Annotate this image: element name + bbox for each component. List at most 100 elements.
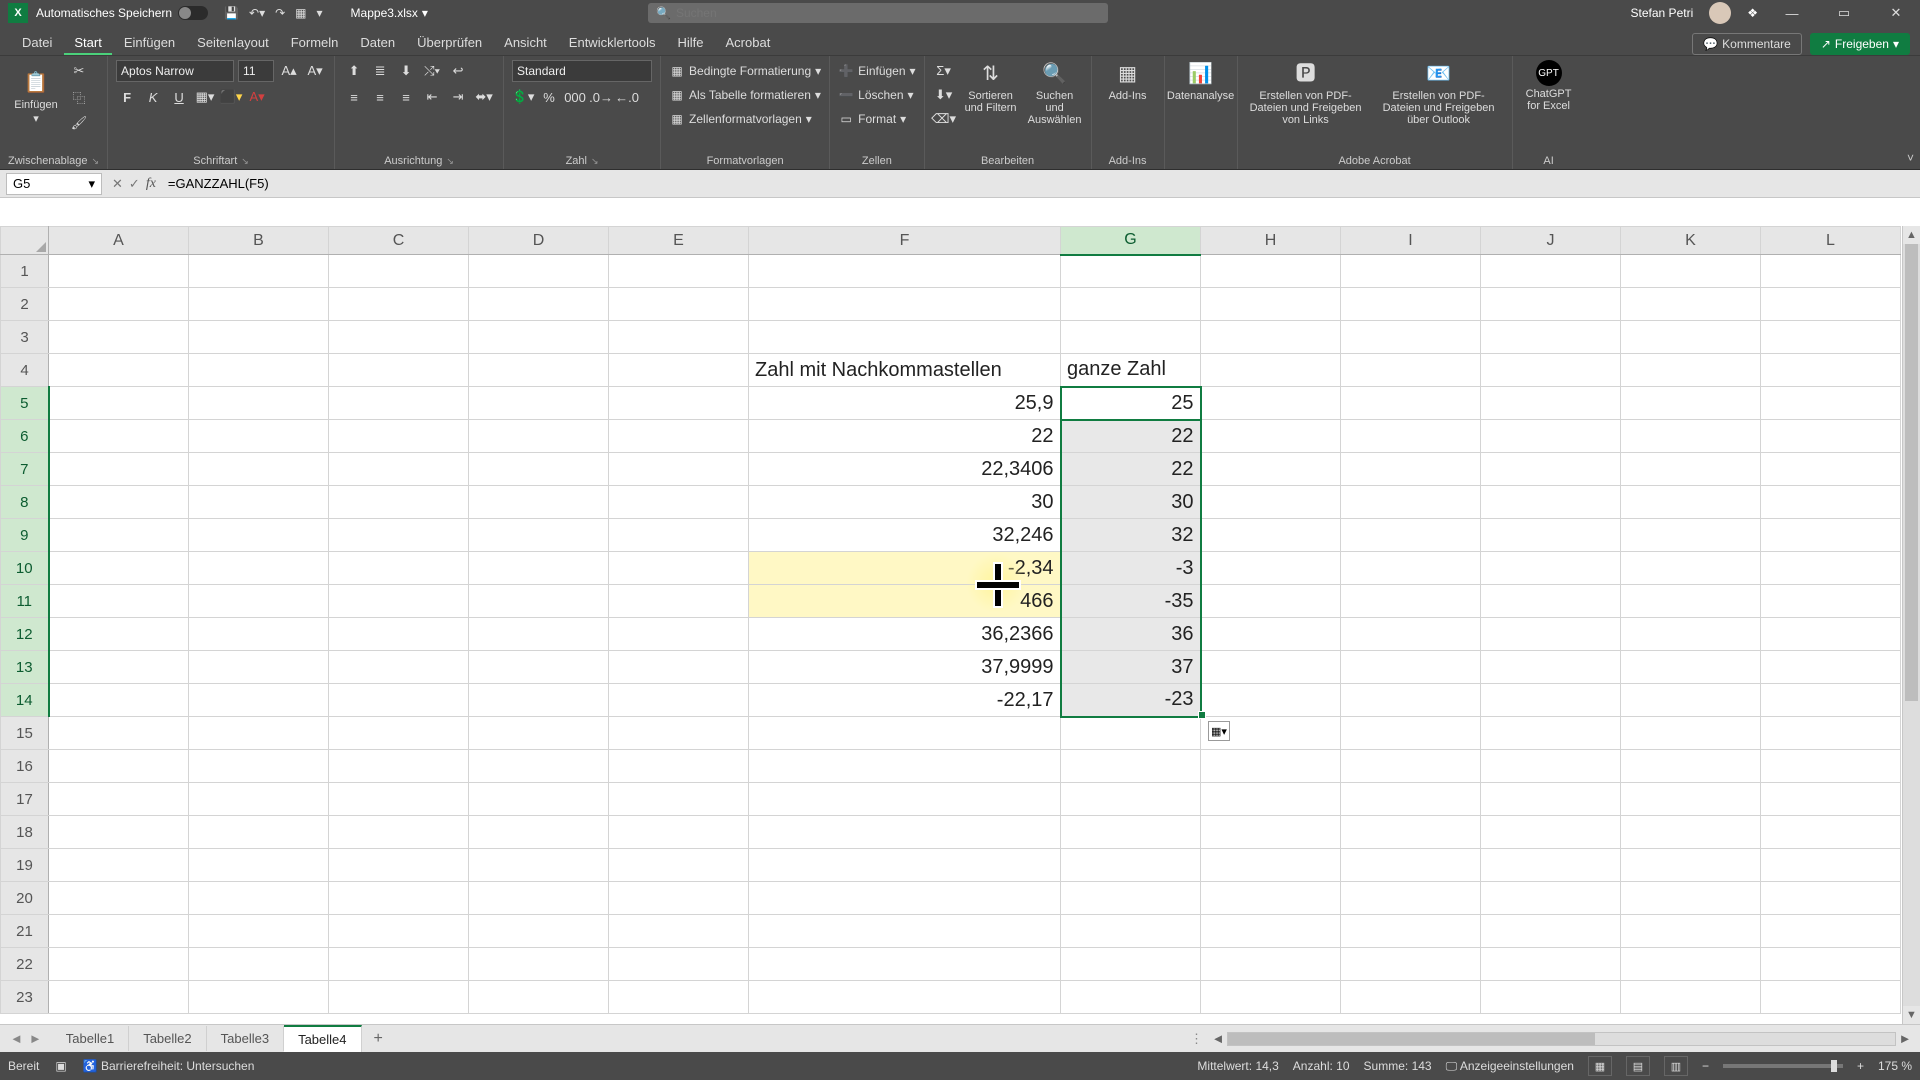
row-header-13[interactable]: 13 xyxy=(1,651,49,684)
diamond-icon[interactable]: ❖ xyxy=(1747,6,1758,20)
cell-B15[interactable] xyxy=(189,717,329,750)
scrollbar-thumb[interactable] xyxy=(1228,1033,1595,1045)
cell-E16[interactable] xyxy=(609,750,749,783)
cell-B9[interactable] xyxy=(189,519,329,552)
dialog-launcher-icon[interactable]: ↘ xyxy=(241,156,249,167)
cell-J1[interactable] xyxy=(1481,255,1621,288)
acrobat-share-link-button[interactable]: 🅿 Erstellen von PDF-Dateien und Freigebe… xyxy=(1246,60,1366,126)
row-header-23[interactable]: 23 xyxy=(1,981,49,1014)
workbook-name[interactable]: Mappe3.xlsx ▾ xyxy=(351,6,428,20)
share-button[interactable]: ↗ Freigeben ▾ xyxy=(1810,33,1910,55)
cell-L9[interactable] xyxy=(1761,519,1901,552)
cell-H9[interactable] xyxy=(1201,519,1341,552)
increase-font-icon[interactable]: A▴ xyxy=(278,60,300,82)
cell-H22[interactable] xyxy=(1201,948,1341,981)
zoom-out-icon[interactable]: − xyxy=(1702,1059,1709,1073)
cell-C1[interactable] xyxy=(329,255,469,288)
col-header-F[interactable]: F xyxy=(749,227,1061,255)
cell-C17[interactable] xyxy=(329,783,469,816)
row-header-18[interactable]: 18 xyxy=(1,816,49,849)
cell-F21[interactable] xyxy=(749,915,1061,948)
format-painter-icon[interactable]: 🖌 xyxy=(68,112,90,134)
cell-C18[interactable] xyxy=(329,816,469,849)
cell-B21[interactable] xyxy=(189,915,329,948)
cell-D17[interactable] xyxy=(469,783,609,816)
macro-record-icon[interactable]: ▣ xyxy=(55,1059,66,1073)
cell-J20[interactable] xyxy=(1481,882,1621,915)
cell-E1[interactable] xyxy=(609,255,749,288)
cell-K4[interactable] xyxy=(1621,354,1761,387)
cell-I13[interactable] xyxy=(1341,651,1481,684)
chatgpt-button[interactable]: GPT ChatGPT for Excel xyxy=(1521,60,1577,112)
cell-H1[interactable] xyxy=(1201,255,1341,288)
cell-K10[interactable] xyxy=(1621,552,1761,585)
row-header-14[interactable]: 14 xyxy=(1,684,49,717)
cell-F7[interactable]: 22,3406 xyxy=(749,453,1061,486)
cell-K23[interactable] xyxy=(1621,981,1761,1014)
cell-K3[interactable] xyxy=(1621,321,1761,354)
cell-E22[interactable] xyxy=(609,948,749,981)
align-right-icon[interactable]: ≡ xyxy=(395,86,417,108)
row-header-9[interactable]: 9 xyxy=(1,519,49,552)
cell-C14[interactable] xyxy=(329,684,469,717)
scroll-down-icon[interactable]: ▼ xyxy=(1903,1006,1920,1024)
cell-G11[interactable]: -35 xyxy=(1061,585,1201,618)
cell-A5[interactable] xyxy=(49,387,189,420)
cell-H17[interactable] xyxy=(1201,783,1341,816)
cell-I19[interactable] xyxy=(1341,849,1481,882)
wrap-text-icon[interactable]: ↩ xyxy=(447,60,469,82)
cell-C5[interactable] xyxy=(329,387,469,420)
cell-F6[interactable]: 22 xyxy=(749,420,1061,453)
add-sheet-button[interactable]: + xyxy=(362,1030,395,1048)
fill-color-icon[interactable]: ⬛▾ xyxy=(220,86,242,108)
scroll-right-icon[interactable]: ► xyxy=(1896,1031,1914,1046)
scroll-left-icon[interactable]: ◄ xyxy=(1209,1031,1227,1046)
sheet-tab-1[interactable]: Tabelle1 xyxy=(52,1026,129,1051)
cell-H18[interactable] xyxy=(1201,816,1341,849)
cell-F14[interactable]: -22,17 xyxy=(749,684,1061,717)
cell-F12[interactable]: 36,2366 xyxy=(749,618,1061,651)
cell-I3[interactable] xyxy=(1341,321,1481,354)
merge-icon[interactable]: ⬌▾ xyxy=(473,86,495,108)
cell-K1[interactable] xyxy=(1621,255,1761,288)
col-header-K[interactable]: K xyxy=(1621,227,1761,255)
align-center-icon[interactable]: ≡ xyxy=(369,86,391,108)
cell-F15[interactable] xyxy=(749,717,1061,750)
cell-J14[interactable] xyxy=(1481,684,1621,717)
cell-F22[interactable] xyxy=(749,948,1061,981)
row-header-20[interactable]: 20 xyxy=(1,882,49,915)
cell-H3[interactable] xyxy=(1201,321,1341,354)
cell-G21[interactable] xyxy=(1061,915,1201,948)
cell-K5[interactable] xyxy=(1621,387,1761,420)
cell-I4[interactable] xyxy=(1341,354,1481,387)
row-header-12[interactable]: 12 xyxy=(1,618,49,651)
orientation-icon[interactable]: ⤭▾ xyxy=(421,60,443,82)
cell-C12[interactable] xyxy=(329,618,469,651)
minimize-button[interactable]: — xyxy=(1774,0,1810,26)
scrollbar-thumb[interactable] xyxy=(1905,244,1918,701)
view-page-layout-icon[interactable]: ▤ xyxy=(1626,1056,1650,1076)
cell-E19[interactable] xyxy=(609,849,749,882)
cell-D8[interactable] xyxy=(469,486,609,519)
cell-J19[interactable] xyxy=(1481,849,1621,882)
cell-I20[interactable] xyxy=(1341,882,1481,915)
cell-L14[interactable] xyxy=(1761,684,1901,717)
percent-icon[interactable]: % xyxy=(538,86,560,108)
view-page-break-icon[interactable]: ▥ xyxy=(1664,1056,1688,1076)
cell-J3[interactable] xyxy=(1481,321,1621,354)
cell-L21[interactable] xyxy=(1761,915,1901,948)
cell-L15[interactable] xyxy=(1761,717,1901,750)
cell-K14[interactable] xyxy=(1621,684,1761,717)
row-header-7[interactable]: 7 xyxy=(1,453,49,486)
cell-J2[interactable] xyxy=(1481,288,1621,321)
cell-J10[interactable] xyxy=(1481,552,1621,585)
tab-seitenlayout[interactable]: Seitenlayout xyxy=(187,29,279,55)
fill-icon[interactable]: ⬇▾ xyxy=(933,84,955,106)
cell-J18[interactable] xyxy=(1481,816,1621,849)
cell-A6[interactable] xyxy=(49,420,189,453)
cell-E12[interactable] xyxy=(609,618,749,651)
zoom-slider[interactable] xyxy=(1723,1064,1843,1068)
cell-D18[interactable] xyxy=(469,816,609,849)
row-header-2[interactable]: 2 xyxy=(1,288,49,321)
cell-E14[interactable] xyxy=(609,684,749,717)
